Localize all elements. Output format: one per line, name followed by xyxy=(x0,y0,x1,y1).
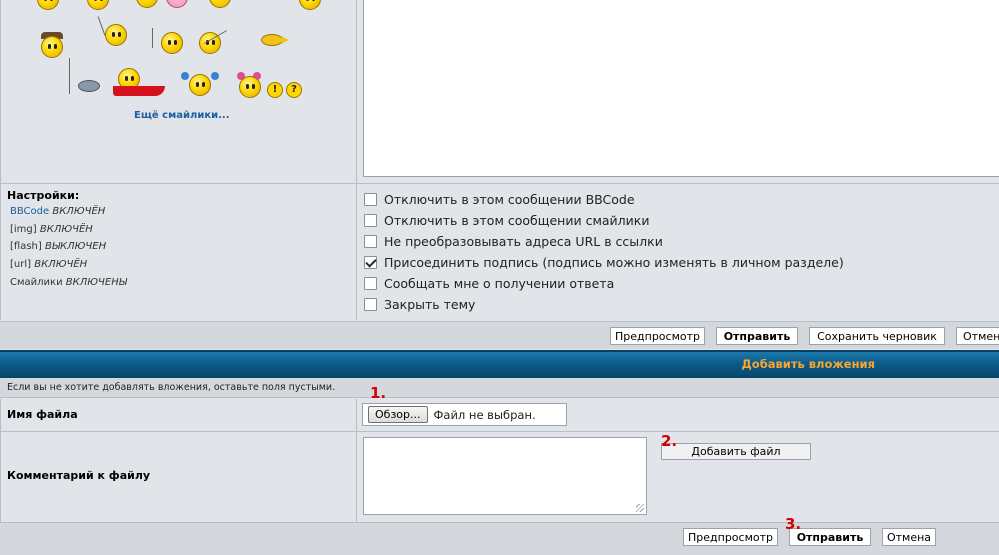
bbcode-link[interactable]: BBCode xyxy=(10,206,49,217)
attachments-title: Добавить вложения xyxy=(741,357,875,371)
option-label: Закрыть тему xyxy=(384,296,476,312)
browse-button[interactable]: Обзор... xyxy=(368,406,428,423)
add-file-button[interactable]: Добавить файл xyxy=(661,443,811,460)
attachments-hint: Если вы не хотите добавлять вложения, ос… xyxy=(7,382,336,393)
flower-icon xyxy=(181,72,189,80)
option-disable-bbcode[interactable]: Отключить в этом сообщении BBCode xyxy=(364,190,635,208)
fish-icon[interactable] xyxy=(261,34,289,46)
attach-submit-button[interactable]: Отправить xyxy=(789,528,871,546)
hook-icon xyxy=(152,28,153,48)
option-label: Присоединить подпись (подпись можно изме… xyxy=(384,254,844,270)
option-lock-topic[interactable]: Закрыть тему xyxy=(364,295,475,313)
setting-flash: [flash] ВЫКЛЮЧЕН xyxy=(10,241,106,252)
smiley-icon[interactable] xyxy=(239,76,261,98)
option-disable-smilies[interactable]: Отключить в этом сообщении смайлики xyxy=(364,211,649,229)
message-textarea[interactable] xyxy=(363,0,999,177)
setting-key: [url] xyxy=(10,259,32,270)
option-disable-url[interactable]: Не преобразовывать адреса URL в ссылки xyxy=(364,232,663,250)
setting-value: ВКЛЮЧЁН xyxy=(34,259,88,270)
exclamation-smiley-icon[interactable]: ! xyxy=(267,82,283,98)
comment-label: Комментарий к файлу xyxy=(7,469,151,482)
flower-icon xyxy=(211,72,219,80)
option-label: Не преобразовывать адреса URL в ссылки xyxy=(384,233,663,249)
fishing-rod-icon xyxy=(69,58,70,94)
fisher-smiley-icon[interactable] xyxy=(41,36,63,58)
smilies-panel: ! ? Ещё смайлики... xyxy=(0,0,357,183)
checkbox-checked[interactable] xyxy=(364,255,377,269)
setting-key: [img] xyxy=(10,224,37,235)
attach-preview-button[interactable]: Предпросмотр xyxy=(683,528,778,546)
smiley-icon[interactable] xyxy=(136,0,158,8)
option-label: Отключить в этом сообщении BBCode xyxy=(384,191,635,207)
boat-icon[interactable] xyxy=(113,86,165,96)
cancel-button[interactable]: Отмена xyxy=(956,327,999,345)
setting-key: Смайлики xyxy=(10,277,63,288)
setting-bbcode: BBCode ВКЛЮЧЁН xyxy=(10,206,105,217)
preview-button[interactable]: Предпросмотр xyxy=(610,327,705,345)
step-marker-1: 1. xyxy=(370,384,387,402)
attach-cancel-button[interactable]: Отмена xyxy=(882,528,936,546)
step-marker-3: 3. xyxy=(785,515,802,533)
setting-value: ВЫКЛЮЧЕН xyxy=(44,241,107,252)
resize-grip-icon[interactable] xyxy=(636,504,644,512)
option-label: Отключить в этом сообщении смайлики xyxy=(384,212,650,228)
setting-value: ВКЛЮЧЕНЫ xyxy=(65,277,127,288)
question-smiley-icon[interactable]: ? xyxy=(286,82,302,98)
file-input[interactable]: Обзор... Файл не выбран. xyxy=(362,403,567,426)
fish-catch-icon[interactable] xyxy=(78,80,100,92)
checkbox[interactable] xyxy=(364,234,377,248)
pig-smiley-icon[interactable] xyxy=(166,0,188,8)
save-draft-button[interactable]: Сохранить черновик xyxy=(809,327,945,345)
step-marker-2: 2. xyxy=(661,432,678,450)
setting-key: [flash] xyxy=(10,241,42,252)
smiley-icon[interactable] xyxy=(189,74,211,96)
settings-title: Настройки: xyxy=(7,189,80,202)
setting-url: [url] ВКЛЮЧЁН xyxy=(10,259,87,270)
checkbox[interactable] xyxy=(364,192,377,206)
setting-img: [img] ВКЛЮЧЁН xyxy=(10,224,93,235)
option-notify-reply[interactable]: Сообщать мне о получении ответа xyxy=(364,274,614,292)
checkbox[interactable] xyxy=(364,213,377,227)
checkbox[interactable] xyxy=(364,276,377,290)
option-attach-signature[interactable]: Присоединить подпись (подпись можно изме… xyxy=(364,253,844,271)
smiley-icon[interactable] xyxy=(209,0,231,8)
setting-smilies: Смайлики ВКЛЮЧЕНЫ xyxy=(10,277,127,288)
file-comment-textarea[interactable] xyxy=(363,437,647,515)
attachments-buttons-bar: Предпросмотр Отправить Отмена xyxy=(0,522,999,555)
post-buttons-bar: Предпросмотр Отправить Сохранить чернови… xyxy=(0,321,999,349)
checkbox[interactable] xyxy=(364,297,377,311)
smiley-icon[interactable] xyxy=(299,0,321,10)
smiley-icon[interactable] xyxy=(87,0,109,10)
settings-panel xyxy=(0,184,357,320)
submit-button[interactable]: Отправить xyxy=(716,327,798,345)
more-smilies-link[interactable]: Ещё смайлики... xyxy=(134,110,230,121)
setting-value: ВКЛЮЧЁН xyxy=(39,224,93,235)
setting-value: ВКЛЮЧЁН xyxy=(52,206,106,217)
file-status: Файл не выбран. xyxy=(433,407,536,422)
smiley-icon[interactable] xyxy=(161,32,183,54)
smiley-icon[interactable] xyxy=(37,0,59,10)
option-label: Сообщать мне о получении ответа xyxy=(384,275,615,291)
filename-label: Имя файла xyxy=(7,408,78,421)
smiley-icon[interactable] xyxy=(105,24,127,46)
